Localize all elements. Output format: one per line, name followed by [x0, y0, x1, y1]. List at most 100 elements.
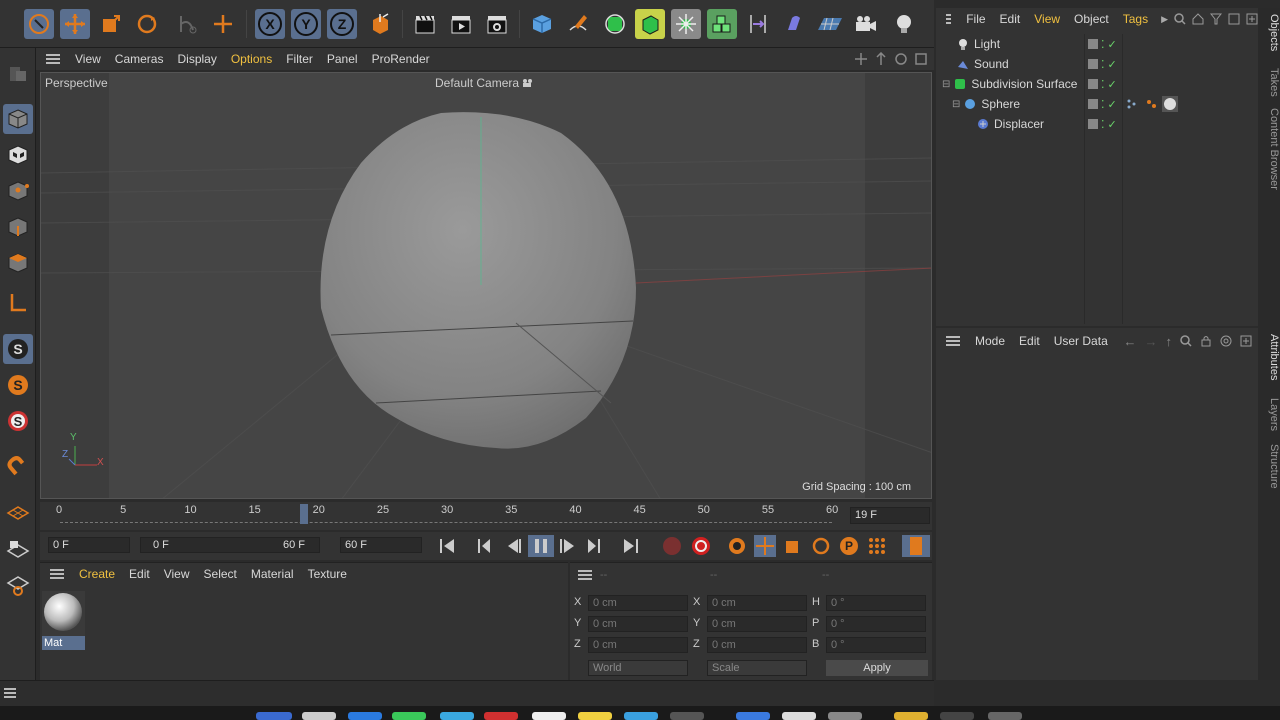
apply-button[interactable]: Apply [826, 660, 928, 676]
enabled-check-icon[interactable]: ✓ [1108, 98, 1117, 111]
viewport-menu-prorender[interactable]: ProRender [365, 52, 437, 66]
object-row-light[interactable]: Light ⁚ ✓ [936, 34, 1258, 54]
viewport-menu-filter[interactable]: Filter [279, 52, 320, 66]
tab-content-browser[interactable]: Content Browser [1258, 108, 1280, 204]
visibility-dots-icon[interactable]: ⁚ [1101, 118, 1105, 131]
coord-rot-b-field[interactable]: 0 ° [826, 637, 926, 653]
target-icon[interactable] [1220, 335, 1232, 347]
x-axis-button[interactable]: X [255, 9, 285, 39]
material-menu-icon[interactable] [50, 569, 64, 579]
object-menu-edit[interactable]: Edit [993, 12, 1028, 26]
timeline-playhead[interactable] [299, 504, 308, 524]
viewport-rotate-icon[interactable] [894, 52, 908, 66]
viewport-menu-panel[interactable]: Panel [320, 52, 365, 66]
enabled-check-icon[interactable]: ✓ [1108, 38, 1117, 51]
coord-size-x-field[interactable]: 0 cm [707, 595, 807, 611]
render-to-picture-viewer-button[interactable] [446, 9, 476, 39]
position-key-icon[interactable] [754, 535, 776, 557]
attr-search-icon[interactable] [1180, 335, 1192, 347]
material-menu-view[interactable]: View [157, 567, 197, 581]
mograph-cloner-button[interactable] [671, 9, 701, 39]
viewport-menu-view[interactable]: View [68, 52, 108, 66]
locked-workplane-button[interactable] [3, 534, 33, 564]
generator-button[interactable] [635, 9, 665, 39]
coord-pos-x-field[interactable]: 0 cm [588, 595, 688, 611]
attribute-menu-edit[interactable]: Edit [1012, 334, 1047, 348]
render-settings-button[interactable] [482, 9, 512, 39]
filter-icon[interactable] [1210, 13, 1222, 25]
material-menu-texture[interactable]: Texture [301, 567, 354, 581]
texture-mode-button[interactable] [3, 140, 33, 170]
y-axis-button[interactable]: Y [291, 9, 321, 39]
attribute-menu-icon[interactable] [946, 336, 960, 346]
coord-size-z-field[interactable]: 0 cm [707, 637, 807, 653]
visibility-dots-icon[interactable]: ⁚ [1101, 78, 1105, 91]
object-row-sphere[interactable]: ⊟ Sphere ⁚ ✓ [936, 94, 1258, 114]
collapse-icon[interactable]: ⊟ [942, 79, 950, 90]
material-menu-material[interactable]: Material [244, 567, 301, 581]
current-frame-field[interactable]: 19 F [850, 507, 930, 524]
material-menu-select[interactable]: Select [197, 567, 244, 581]
lock-icon[interactable] [1200, 335, 1212, 347]
light-button[interactable] [889, 9, 919, 39]
render-view-button[interactable] [410, 9, 440, 39]
end-frame-field[interactable]: 60 F [340, 537, 422, 553]
rotate-tool-button[interactable] [132, 9, 162, 39]
phong-tag-icon[interactable] [1126, 98, 1140, 110]
viewport-switch-icon[interactable] [914, 52, 928, 66]
enabled-check-icon[interactable]: ✓ [1108, 118, 1117, 131]
up-arrow-icon[interactable]: ↑ [1166, 334, 1173, 349]
move-tool-button[interactable] [60, 9, 90, 39]
layer-icon[interactable] [1088, 119, 1098, 129]
forward-arrow-icon[interactable]: → [1145, 334, 1158, 349]
point-level-key-icon[interactable] [866, 535, 888, 557]
floor-button[interactable] [815, 9, 845, 39]
timeline-window-icon[interactable] [902, 535, 930, 557]
visibility-dots-icon[interactable]: ⁚ [1101, 98, 1105, 111]
axis-mode-button[interactable] [3, 288, 33, 318]
tab-objects[interactable]: Objects [1258, 14, 1280, 66]
keyframe-selection-icon[interactable] [726, 535, 748, 557]
maximize-icon[interactable] [1246, 13, 1258, 25]
workplane-snap-button[interactable]: S [3, 406, 33, 436]
tab-layers[interactable]: Layers [1258, 398, 1280, 442]
attribute-menu-mode[interactable]: Mode [968, 334, 1012, 348]
material-menu-create[interactable]: Create [72, 567, 122, 581]
material-tag-icon[interactable] [1162, 96, 1178, 112]
layer-icon[interactable] [1088, 99, 1098, 109]
coord-mode-select[interactable]: World [588, 660, 688, 676]
visibility-dots-icon[interactable]: ⁚ [1101, 58, 1105, 71]
snap-settings-button[interactable]: S [3, 370, 33, 400]
spline-pen-button[interactable] [563, 9, 593, 39]
undo-button[interactable] [24, 9, 54, 39]
attribute-menu-user-data[interactable]: User Data [1047, 334, 1115, 348]
object-menu-view[interactable]: View [1027, 12, 1067, 26]
viewport-perspective[interactable]: Perspective Default Camera Y Z X Grid Sp… [40, 72, 932, 499]
object-row-subdivision-surface[interactable]: ⊟ Subdivision Surface ⁚ ✓ [936, 74, 1258, 94]
coord-rot-p-field[interactable]: 0 ° [826, 616, 926, 632]
tab-attributes[interactable]: Attributes [1258, 334, 1280, 396]
viewport-zoom-icon[interactable] [874, 52, 888, 66]
parameter-key-icon[interactable]: P [838, 535, 860, 557]
enabled-check-icon[interactable]: ✓ [1108, 58, 1117, 71]
menu-more-icon[interactable]: ▶ [1161, 14, 1168, 25]
camera-button[interactable] [851, 9, 881, 39]
viewport-menu-icon[interactable] [46, 54, 60, 64]
attr-new-window-icon[interactable] [1240, 335, 1252, 347]
add-object-button[interactable] [208, 9, 238, 39]
tab-takes[interactable]: Takes [1258, 68, 1280, 108]
coordinate-system-button[interactable] [365, 9, 395, 39]
object-menu-object[interactable]: Object [1067, 12, 1116, 26]
object-menu-tags[interactable]: Tags [1116, 12, 1155, 26]
cube-primitive-button[interactable] [527, 9, 557, 39]
polygon-mode-button[interactable] [3, 248, 33, 278]
workplane-button[interactable] [3, 498, 33, 528]
coord-size-y-field[interactable]: 0 cm [707, 616, 807, 632]
material-menu-edit[interactable]: Edit [122, 567, 157, 581]
rotation-key-icon[interactable] [810, 535, 832, 557]
viewport-menu-options[interactable]: Options [224, 52, 279, 66]
tweak-mode-button[interactable] [3, 452, 33, 482]
viewport-menu-cameras[interactable]: Cameras [108, 52, 171, 66]
object-row-displacer[interactable]: Displacer ⁚ ✓ [936, 114, 1258, 134]
subdivision-surface-button[interactable] [600, 9, 630, 39]
